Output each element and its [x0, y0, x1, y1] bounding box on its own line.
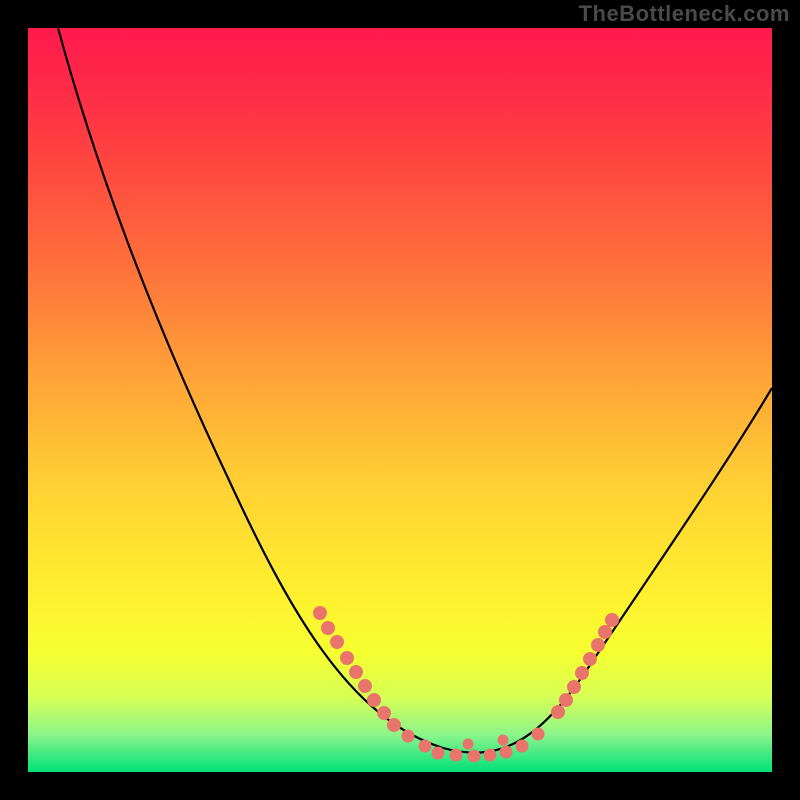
chart-frame: TheBottleneck.com	[0, 0, 800, 800]
marker-cluster-right	[551, 613, 619, 719]
plot-area	[28, 28, 772, 772]
watermark-text: TheBottleneck.com	[579, 1, 790, 27]
marker-cluster-bottom	[402, 728, 545, 763]
marker-cluster-left	[313, 606, 401, 732]
curve-layer	[28, 28, 772, 772]
bottleneck-curve	[58, 28, 772, 753]
